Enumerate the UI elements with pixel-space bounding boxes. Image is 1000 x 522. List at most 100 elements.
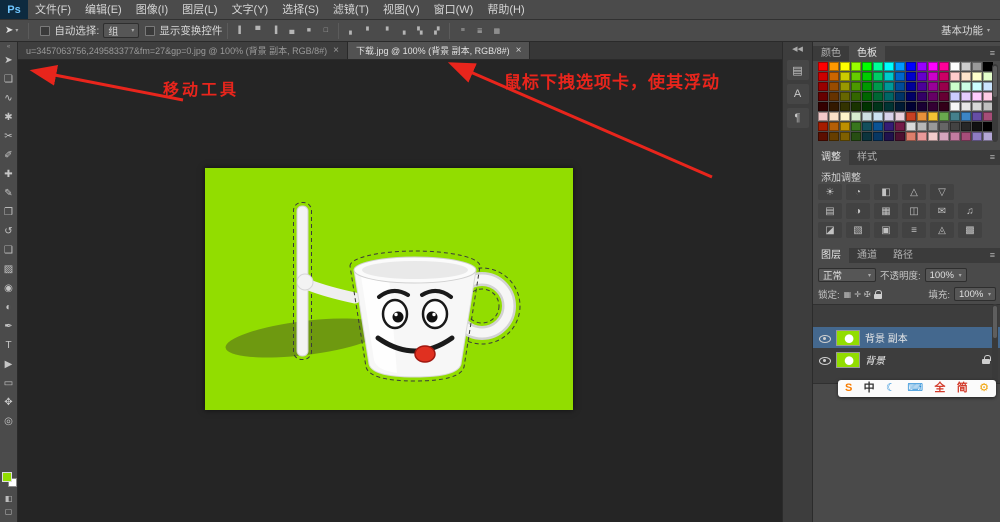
- tab-close-icon[interactable]: ×: [333, 45, 339, 56]
- ime-icon-2[interactable]: ☾: [886, 380, 896, 397]
- adjustment-icon[interactable]: ◑: [846, 203, 870, 219]
- color-swatch[interactable]: [906, 102, 916, 111]
- align-icon[interactable]: ▞: [429, 24, 444, 38]
- shape-tool[interactable]: ▭: [0, 374, 17, 393]
- layers-scrollbar[interactable]: [992, 304, 998, 384]
- adjustment-icon[interactable]: ◪: [818, 222, 842, 238]
- tab-channels[interactable]: 通道: [849, 248, 885, 263]
- adjustment-icon[interactable]: ◔: [846, 184, 870, 200]
- color-swatch[interactable]: [818, 62, 828, 71]
- color-swatch[interactable]: [884, 92, 894, 101]
- color-swatch[interactable]: [950, 102, 960, 111]
- color-swatch[interactable]: [939, 112, 949, 121]
- color-swatch[interactable]: [862, 62, 872, 71]
- color-swatch[interactable]: [972, 82, 982, 91]
- opacity-select[interactable]: 100% ▾: [925, 268, 967, 282]
- history-brush-tool[interactable]: ↺: [0, 222, 17, 241]
- adjustment-icon[interactable]: ◬: [930, 222, 954, 238]
- menu-item-9[interactable]: 帮助(H): [480, 0, 531, 20]
- color-swatch[interactable]: [972, 132, 982, 141]
- color-swatch[interactable]: [928, 112, 938, 121]
- healing-brush-tool[interactable]: ✚: [0, 165, 17, 184]
- dodge-tool[interactable]: ◐: [0, 298, 17, 317]
- color-swatch[interactable]: [873, 132, 883, 141]
- color-swatch[interactable]: [873, 62, 883, 71]
- color-swatch[interactable]: [873, 82, 883, 91]
- menu-item-3[interactable]: 图层(L): [175, 0, 224, 20]
- color-swatch[interactable]: [818, 92, 828, 101]
- color-swatch[interactable]: [895, 92, 905, 101]
- color-swatch[interactable]: [818, 72, 828, 81]
- color-swatch[interactable]: [851, 62, 861, 71]
- color-swatch[interactable]: [928, 92, 938, 101]
- color-swatch[interactable]: [972, 102, 982, 111]
- color-swatch[interactable]: [884, 82, 894, 91]
- color-swatch[interactable]: [950, 112, 960, 121]
- layer-thumbnail[interactable]: [836, 352, 860, 368]
- color-swatch[interactable]: [840, 132, 850, 141]
- color-swatch[interactable]: [829, 102, 839, 111]
- quick-select-tool[interactable]: ✱: [0, 108, 17, 127]
- color-swatch[interactable]: [884, 132, 894, 141]
- adjustment-icon[interactable]: ◧: [874, 184, 898, 200]
- color-swatch[interactable]: [906, 122, 916, 131]
- color-swatch[interactable]: [862, 122, 872, 131]
- color-swatch[interactable]: [939, 62, 949, 71]
- align-icon[interactable]: ▘: [361, 24, 376, 38]
- adjustment-icon[interactable]: ◫: [902, 203, 926, 219]
- color-swatch[interactable]: [917, 82, 927, 91]
- color-swatch[interactable]: [939, 92, 949, 101]
- color-swatch[interactable]: [851, 72, 861, 81]
- move-tool[interactable]: ➤: [0, 51, 17, 70]
- blend-mode-select[interactable]: 正常 ▾: [818, 268, 876, 282]
- toolbar-mode-icon-0[interactable]: ◧: [5, 494, 13, 503]
- align-icon[interactable]: ▗: [395, 24, 410, 38]
- color-swatch[interactable]: [884, 112, 894, 121]
- color-swatch[interactable]: [818, 112, 828, 121]
- color-swatch[interactable]: [884, 62, 894, 71]
- workspace-switcher[interactable]: 基本功能 ▾: [941, 23, 1000, 38]
- adjustment-icon[interactable]: ♫: [958, 203, 982, 219]
- color-swatch[interactable]: [829, 72, 839, 81]
- color-swatch[interactable]: [862, 132, 872, 141]
- crop-tool[interactable]: ✂: [0, 127, 17, 146]
- layer-row-0[interactable]: 背景 副本: [813, 327, 1000, 348]
- menu-item-0[interactable]: 文件(F): [28, 0, 78, 20]
- color-swatch[interactable]: [961, 122, 971, 131]
- color-swatch[interactable]: [829, 92, 839, 101]
- color-swatch[interactable]: [851, 92, 861, 101]
- blur-tool[interactable]: ◉: [0, 279, 17, 298]
- panel-icon-swatches[interactable]: ▤: [787, 60, 809, 80]
- align-icon[interactable]: ▚: [412, 24, 427, 38]
- document-tab-1[interactable]: 下载.jpg @ 100% (背景 副本, RGB/8#)×: [348, 42, 531, 59]
- marquee-tool[interactable]: ❏: [0, 70, 17, 89]
- color-swatch[interactable]: [895, 112, 905, 121]
- color-swatch[interactable]: [873, 102, 883, 111]
- lock-option-icon[interactable]: ▦: [844, 290, 852, 299]
- menu-item-4[interactable]: 文字(Y): [225, 0, 276, 20]
- color-swatch[interactable]: [939, 122, 949, 131]
- document-image[interactable]: [205, 168, 573, 410]
- color-swatch[interactable]: [873, 112, 883, 121]
- color-swatch[interactable]: [950, 92, 960, 101]
- brush-tool[interactable]: ✎: [0, 184, 17, 203]
- color-swatch[interactable]: [906, 82, 916, 91]
- color-swatch[interactable]: [917, 102, 927, 111]
- color-swatch[interactable]: [862, 92, 872, 101]
- adjustment-icon[interactable]: ▤: [818, 203, 842, 219]
- color-swatch[interactable]: [917, 92, 927, 101]
- layer-thumbnail[interactable]: [836, 330, 860, 346]
- menu-item-5[interactable]: 选择(S): [275, 0, 326, 20]
- clone-stamp-tool[interactable]: ❐: [0, 203, 17, 222]
- toolbar-collapse-icon[interactable]: «: [0, 42, 17, 51]
- color-swatch[interactable]: [906, 92, 916, 101]
- color-swatch[interactable]: [840, 102, 850, 111]
- panel-icon-paragraph[interactable]: ¶: [787, 108, 809, 128]
- color-swatch[interactable]: [840, 62, 850, 71]
- color-swatch[interactable]: [829, 112, 839, 121]
- color-swatch[interactable]: [840, 122, 850, 131]
- color-swatch[interactable]: [840, 72, 850, 81]
- adjustment-icon[interactable]: ☀: [818, 184, 842, 200]
- adjustment-icon[interactable]: ✉: [930, 203, 954, 219]
- color-swatch[interactable]: [906, 112, 916, 121]
